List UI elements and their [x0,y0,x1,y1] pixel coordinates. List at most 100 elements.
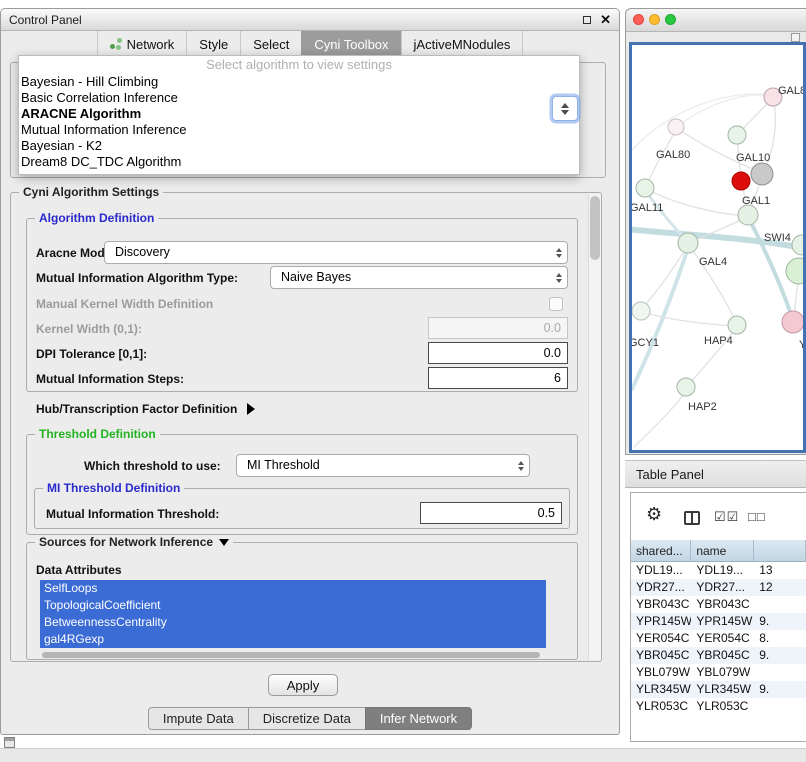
zoom-traffic-light-icon[interactable] [665,14,676,25]
node-red[interactable] [732,172,750,190]
view-toolbar-widget[interactable] [791,33,800,42]
minimize-traffic-light-icon[interactable] [649,14,660,25]
table-row[interactable]: YLR053CYLR053C [631,698,806,715]
node-gal11[interactable] [636,179,654,197]
network-icon [110,38,122,50]
window-controls: ✕ [583,13,611,26]
table-row[interactable]: YER054CYER054C8. [631,630,806,647]
node-pink-right[interactable] [782,311,803,333]
gear-icon[interactable]: ⚙ [646,504,662,525]
network-edge[interactable] [642,312,734,326]
network-edge[interactable] [632,94,770,157]
stepper-up-icon [561,103,569,108]
tab-select[interactable]: Select [240,31,301,57]
algorithm-option[interactable]: Bayesian - K2 [19,138,579,154]
column-header[interactable]: name [691,540,754,561]
attribute-item[interactable]: gal4RGexp [40,631,546,648]
aracne-mode-value: Discovery [115,245,170,259]
table-row[interactable]: YDR27...YDR27...12 [631,579,806,596]
algorithm-option[interactable]: Dream8 DC_TDC Algorithm [19,154,579,170]
close-window-icon[interactable]: ✕ [600,13,611,26]
node-label: Y [799,339,803,351]
network-edge[interactable] [677,95,772,127]
table-row[interactable]: YBR043CYBR043C [631,596,806,613]
node-pale[interactable] [668,119,684,135]
manual-kernel-checkbox[interactable] [549,297,563,311]
table-panel-title: Table Panel [636,467,704,482]
hide-columns-icon[interactable]: □□ [748,509,766,524]
bottom-tab-infer-network[interactable]: Infer Network [365,707,472,730]
hub-definition-toggle[interactable]: Hub/Transcription Factor Definition [36,398,255,420]
algorithm-combo-stepper[interactable] [552,96,578,121]
node-hap4[interactable] [728,316,746,334]
tab-style[interactable]: Style [186,31,240,57]
attributes-h-scrollbar[interactable] [40,651,546,659]
h-scrollbar-thumb[interactable] [42,652,540,658]
network-edge[interactable] [643,244,688,308]
node-gcy1[interactable] [632,302,650,320]
table-row[interactable]: YPR145WYPR145W9. [631,613,806,630]
node-gal1[interactable] [738,205,758,225]
network-canvas-svg: GAL8GAL80GAL10GAL11GAL1SWI4GAL4GCY1HAP4H… [632,45,803,450]
table-cell: YBR043C [691,596,754,613]
dpi-tolerance-field[interactable]: 0.0 [428,342,568,364]
node-gal10[interactable] [751,163,773,185]
table-cell: YLR053C [631,698,691,715]
column-header[interactable]: shared... [631,540,691,561]
node-label: GAL10 [736,152,770,164]
table-cell: YBR045C [631,647,691,664]
column-browser-icon[interactable] [684,511,700,525]
sources-title-text: Sources for Network Inference [39,535,213,550]
node-label: GCY1 [632,337,659,349]
network-edge[interactable] [634,390,687,447]
collapse-down-icon [219,539,229,546]
node-hap2[interactable] [677,378,695,396]
attribute-item[interactable]: TopologicalCoefficient [40,597,546,614]
threshold-definition-title: Threshold Definition [35,427,160,442]
settings-scrollbar[interactable] [588,194,601,660]
table-cell: YBL079W [631,664,691,681]
algorithm-option[interactable]: Bayesian - Hill Climbing [19,74,579,90]
apply-button[interactable]: Apply [268,674,338,696]
cyni-settings-title: Cyni Algorithm Settings [19,185,163,200]
control-panel-titlebar[interactable]: Control Panel ✕ [1,9,619,31]
network-canvas[interactable]: GAL8GAL80GAL10GAL11GAL1SWI4GAL4GCY1HAP4H… [629,42,806,453]
algorithm-option[interactable]: Basic Correlation Inference [19,90,579,106]
column-header[interactable] [754,540,806,561]
node-label: GAL80 [656,149,690,161]
scrollbar-thumb[interactable] [590,196,600,260]
node-gal4[interactable] [678,233,698,253]
which-threshold-combo[interactable]: MI Threshold [236,454,530,477]
attribute-item[interactable]: SelfLoops [40,580,546,597]
algorithm-dropdown-popup: Select algorithm to view settings Bayesi… [18,55,580,175]
tab-cyni-toolbox[interactable]: Cyni Toolbox [301,31,400,57]
table-row[interactable]: YLR345WYLR345W9. [631,681,806,698]
sources-group-title[interactable]: Sources for Network Inference [35,535,233,550]
table-cell: 12 [754,579,806,596]
float-window-icon[interactable] [583,16,591,24]
table-cell: 9. [754,681,806,698]
restore-panel-icon[interactable] [4,737,15,748]
attribute-item[interactable]: BetweennessCentrality [40,614,546,631]
mi-threshold-field[interactable]: 0.5 [420,502,562,524]
table-cell: YLR053C [691,698,754,715]
close-traffic-light-icon[interactable] [633,14,644,25]
mi-steps-field[interactable]: 6 [428,367,568,389]
table-panel-header[interactable]: Table Panel [625,460,806,488]
node-green-top[interactable] [728,126,746,144]
bottom-tab-impute-data[interactable]: Impute Data [148,707,249,730]
table-row[interactable]: YBL079WYBL079W [631,664,806,681]
algorithm-option[interactable]: ARACNE Algorithm [19,106,579,122]
table-row[interactable]: YBR045CYBR045C9. [631,647,806,664]
bottom-tab-discretize-data[interactable]: Discretize Data [248,707,366,730]
tab-jactivemnodules[interactable]: jActiveMNodules [401,31,524,57]
aracne-mode-combo[interactable]: Discovery [104,241,568,264]
node-swi4[interactable] [792,235,803,255]
node-green-right[interactable] [786,258,803,284]
algorithm-option[interactable]: Mutual Information Inference [19,122,579,138]
show-checked-columns-icon[interactable]: ☑☑ [714,509,739,525]
tab-network[interactable]: Network [97,31,187,57]
table-row[interactable]: YDL19...YDL19...13 [631,562,806,579]
mi-type-combo[interactable]: Naive Bayes [270,266,568,289]
node-label: HAP2 [688,401,717,413]
